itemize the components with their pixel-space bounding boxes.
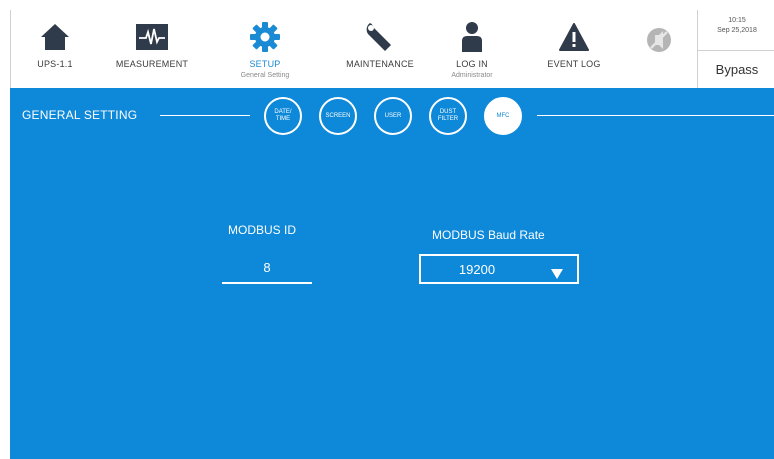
tab-date-time[interactable]: DATE/TIME	[264, 97, 302, 135]
modbus-id-underline	[222, 282, 312, 284]
modbus-baud-rate-value: 19200	[458, 262, 496, 277]
warning-icon	[559, 21, 589, 53]
status-time-date: 10:15 Sep 25,2018	[698, 16, 774, 36]
modbus-id-field[interactable]: 8	[222, 260, 312, 275]
general-setting-panel: GENERAL SETTING DATE/TIME SCREEN USER DU…	[10, 88, 774, 459]
title-divider-left	[160, 115, 250, 116]
nav-label-event-log: EVENT LOG	[547, 59, 601, 69]
nav-label-ups: UPS-1.1	[37, 59, 73, 69]
nav-label-measurement: MEASUREMENT	[115, 59, 189, 69]
nav-sublabel-login: Administrator	[451, 72, 493, 79]
tab-mfc[interactable]: MFC	[484, 97, 522, 135]
nav-item-ups[interactable]: UPS-1.1	[25, 10, 85, 88]
status-divider	[698, 50, 774, 51]
tab-label-screen: SCREEN	[325, 112, 351, 119]
wrench-icon	[364, 21, 396, 53]
modbus-baud-rate-select[interactable]: 19200	[419, 254, 579, 284]
user-icon	[460, 21, 484, 53]
nav-label-maintenance: MAINTENANCE	[346, 59, 414, 69]
top-navigation-bar: UPS-1.1 MEASUREMENT SETUP General Settin…	[10, 10, 774, 88]
mute-button[interactable]	[639, 10, 679, 88]
waveform-icon	[136, 21, 168, 53]
nav-label-login: LOG IN	[456, 59, 488, 69]
nav-item-login[interactable]: LOG IN Administrator	[437, 10, 507, 88]
nav-item-measurement[interactable]: MEASUREMENT	[107, 10, 197, 88]
tab-label-date-time: DATE/TIME	[274, 109, 292, 122]
title-divider-right	[537, 115, 774, 116]
nav-item-maintenance[interactable]: MAINTENANCE	[335, 10, 425, 88]
status-date: Sep 25,2018	[717, 27, 757, 34]
dropdown-arrow-icon	[551, 266, 563, 284]
nav-label-setup: SETUP	[249, 59, 281, 69]
tab-user[interactable]: USER	[374, 97, 412, 135]
status-mode: Bypass	[715, 62, 759, 77]
status-time: 10:15	[728, 17, 746, 24]
tab-label-mfc: MFC	[496, 112, 510, 119]
tab-label-dust-filter: DUST FILTER	[437, 109, 459, 122]
section-title: GENERAL SETTING	[22, 108, 138, 122]
tab-screen[interactable]: SCREEN	[319, 97, 357, 135]
nav-sublabel-setup: General Setting	[240, 72, 290, 79]
tab-dust-filter[interactable]: DUST FILTER	[429, 97, 467, 135]
modbus-baud-rate-label: MODBUS Baud Rate	[432, 228, 545, 242]
status-panel: 10:15 Sep 25,2018 Bypass	[697, 10, 774, 88]
nav-item-setup[interactable]: SETUP General Setting	[225, 10, 305, 88]
nav-item-event-log[interactable]: EVENT LOG	[539, 10, 609, 88]
tab-label-user: USER	[384, 112, 402, 119]
modbus-id-label: MODBUS ID	[228, 223, 297, 237]
gear-icon	[249, 21, 281, 53]
mute-disabled-icon	[646, 24, 672, 56]
home-icon	[40, 21, 70, 53]
